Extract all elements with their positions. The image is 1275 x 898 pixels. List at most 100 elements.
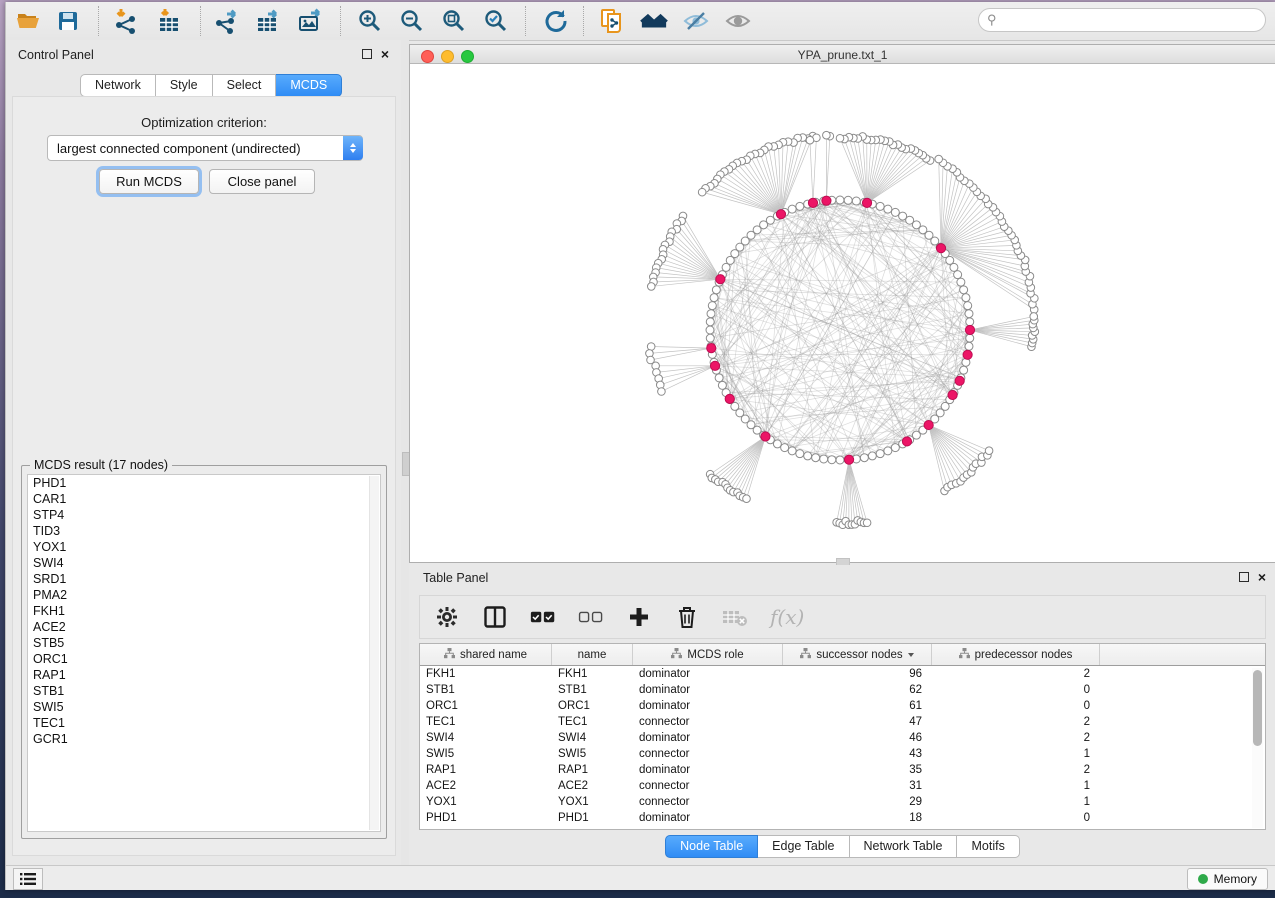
close-panel-icon[interactable]: ×	[381, 49, 389, 59]
table-options-gear-icon[interactable]	[434, 604, 460, 630]
table-cell: PHD1	[552, 812, 633, 824]
hide-selected-eye-icon[interactable]	[682, 7, 710, 35]
zoom-in-icon[interactable]	[356, 7, 384, 35]
import-network-icon[interactable]	[112, 7, 140, 35]
search-input[interactable]	[1001, 12, 1265, 28]
table-tabs: Node Table Edge Table Network Table Moti…	[409, 835, 1275, 858]
table-cell: ACE2	[552, 780, 633, 792]
table-cell: STB1	[420, 684, 552, 696]
vertical-splitter[interactable]	[401, 40, 409, 866]
table-row[interactable]: FKH1FKH1dominator962	[420, 666, 1265, 682]
control-panel: Control Panel × Network Style Select MCD…	[6, 40, 401, 866]
mcds-result-item[interactable]: ORC1	[28, 651, 380, 667]
zoom-out-icon[interactable]	[398, 7, 426, 35]
select-all-columns-icon[interactable]	[530, 604, 556, 630]
mcds-list-scrollbar[interactable]	[369, 476, 379, 830]
mcds-result-item[interactable]: TEC1	[28, 715, 380, 731]
task-history-button[interactable]	[13, 868, 43, 890]
copy-network-style-icon[interactable]	[598, 7, 626, 35]
network-window-titlebar[interactable]: YPA_prune.txt_1	[410, 45, 1275, 64]
save-session-icon[interactable]	[54, 7, 82, 35]
tab-mcds[interactable]: MCDS	[276, 74, 342, 97]
column-header[interactable]: successor nodes	[783, 644, 932, 665]
tab-edge-table[interactable]: Edge Table	[758, 835, 849, 858]
mcds-panel: Optimization criterion: largest connecte…	[12, 96, 396, 856]
table-cell: ORC1	[552, 700, 633, 712]
table-cell: connector	[633, 748, 783, 760]
table-row[interactable]: ACE2ACE2connector311	[420, 778, 1265, 794]
mcds-result-item[interactable]: SWI5	[28, 699, 380, 715]
mcds-result-item[interactable]: SRD1	[28, 571, 380, 587]
float-panel-icon[interactable]	[362, 49, 372, 59]
export-network-icon[interactable]	[212, 7, 240, 35]
criterion-dropdown[interactable]: largest connected component (undirected)	[47, 135, 363, 161]
tab-network[interactable]: Network	[80, 74, 156, 97]
mcds-result-item[interactable]: STB1	[28, 683, 380, 699]
mcds-result-item[interactable]: STB5	[28, 635, 380, 651]
table-cell: ORC1	[420, 700, 552, 712]
table-cell: ACE2	[420, 780, 552, 792]
memory-button[interactable]: Memory	[1187, 868, 1268, 890]
search-box[interactable]: ⚲	[978, 8, 1266, 32]
table-row[interactable]: YOX1YOX1connector291	[420, 794, 1265, 810]
mcds-result-item[interactable]: ACE2	[28, 619, 380, 635]
toolbar-separator	[340, 6, 341, 36]
tab-style[interactable]: Style	[156, 74, 213, 97]
memory-label: Memory	[1214, 872, 1257, 886]
table-panel-title: Table Panel	[423, 571, 488, 585]
close-panel-button[interactable]: Close panel	[209, 169, 315, 194]
run-mcds-button[interactable]: Run MCDS	[99, 169, 199, 194]
table-row[interactable]: PHD1PHD1dominator180	[420, 810, 1265, 826]
add-column-icon[interactable]	[626, 604, 652, 630]
mcds-result-item[interactable]: YOX1	[28, 539, 380, 555]
close-panel-icon[interactable]: ×	[1258, 572, 1266, 582]
table-row[interactable]: SWI4SWI4dominator462	[420, 730, 1265, 746]
table-cell: TEC1	[420, 716, 552, 728]
table-scrollbar-thumb[interactable]	[1253, 670, 1262, 746]
tab-motifs[interactable]: Motifs	[957, 835, 1019, 858]
open-file-icon[interactable]	[14, 7, 42, 35]
tab-node-table[interactable]: Node Table	[665, 835, 758, 858]
delete-table-icon[interactable]	[722, 604, 748, 630]
mcds-result-item[interactable]: STP4	[28, 507, 380, 523]
column-header[interactable]: shared name	[420, 644, 552, 665]
export-image-icon[interactable]	[296, 7, 324, 35]
show-all-eye-icon[interactable]	[724, 7, 752, 35]
table-row[interactable]: STB1STB1dominator620	[420, 682, 1265, 698]
table-scrollbar[interactable]	[1252, 668, 1263, 828]
mcds-result-item[interactable]: CAR1	[28, 491, 380, 507]
mcds-result-item[interactable]: SWI4	[28, 555, 380, 571]
mcds-result-item[interactable]: RAP1	[28, 667, 380, 683]
delete-column-icon[interactable]	[674, 604, 700, 630]
table-row[interactable]: RAP1RAP1dominator352	[420, 762, 1265, 778]
zoom-fit-icon[interactable]	[440, 7, 468, 35]
tab-select[interactable]: Select	[213, 74, 277, 97]
table-row[interactable]: SWI5SWI5connector431	[420, 746, 1265, 762]
table-cell: YOX1	[420, 796, 552, 808]
refresh-view-icon[interactable]	[542, 7, 570, 35]
import-table-icon[interactable]	[156, 7, 184, 35]
mcds-result-item[interactable]: PMA2	[28, 587, 380, 603]
node-table[interactable]: shared namenameMCDS rolesuccessor nodesp…	[419, 643, 1266, 830]
table-cell: SWI5	[552, 748, 633, 760]
export-table-icon[interactable]	[254, 7, 282, 35]
column-header[interactable]: predecessor nodes	[932, 644, 1100, 665]
float-panel-icon[interactable]	[1239, 572, 1249, 582]
column-header[interactable]: MCDS role	[633, 644, 783, 665]
mcds-result-item[interactable]: GCR1	[28, 731, 380, 747]
mcds-result-item[interactable]: PHD1	[28, 475, 380, 491]
mcds-result-item[interactable]: FKH1	[28, 603, 380, 619]
table-row[interactable]: TEC1TEC1connector472	[420, 714, 1265, 730]
deselect-all-columns-icon[interactable]	[578, 604, 604, 630]
show-column-icon[interactable]	[482, 604, 508, 630]
table-cell: PHD1	[420, 812, 552, 824]
column-header[interactable]: name	[552, 644, 633, 665]
zoom-selected-icon[interactable]	[482, 7, 510, 35]
function-builder-icon[interactable]: f(x)	[770, 605, 804, 629]
network-canvas[interactable]	[410, 64, 1275, 562]
first-neighbors-icon[interactable]	[640, 7, 668, 35]
tab-network-table[interactable]: Network Table	[850, 835, 958, 858]
mcds-result-item[interactable]: TID3	[28, 523, 380, 539]
table-row[interactable]: ORC1ORC1dominator610	[420, 698, 1265, 714]
mcds-result-list[interactable]: PHD1CAR1STP4TID3YOX1SWI4SRD1PMA2FKH1ACE2…	[27, 474, 381, 832]
